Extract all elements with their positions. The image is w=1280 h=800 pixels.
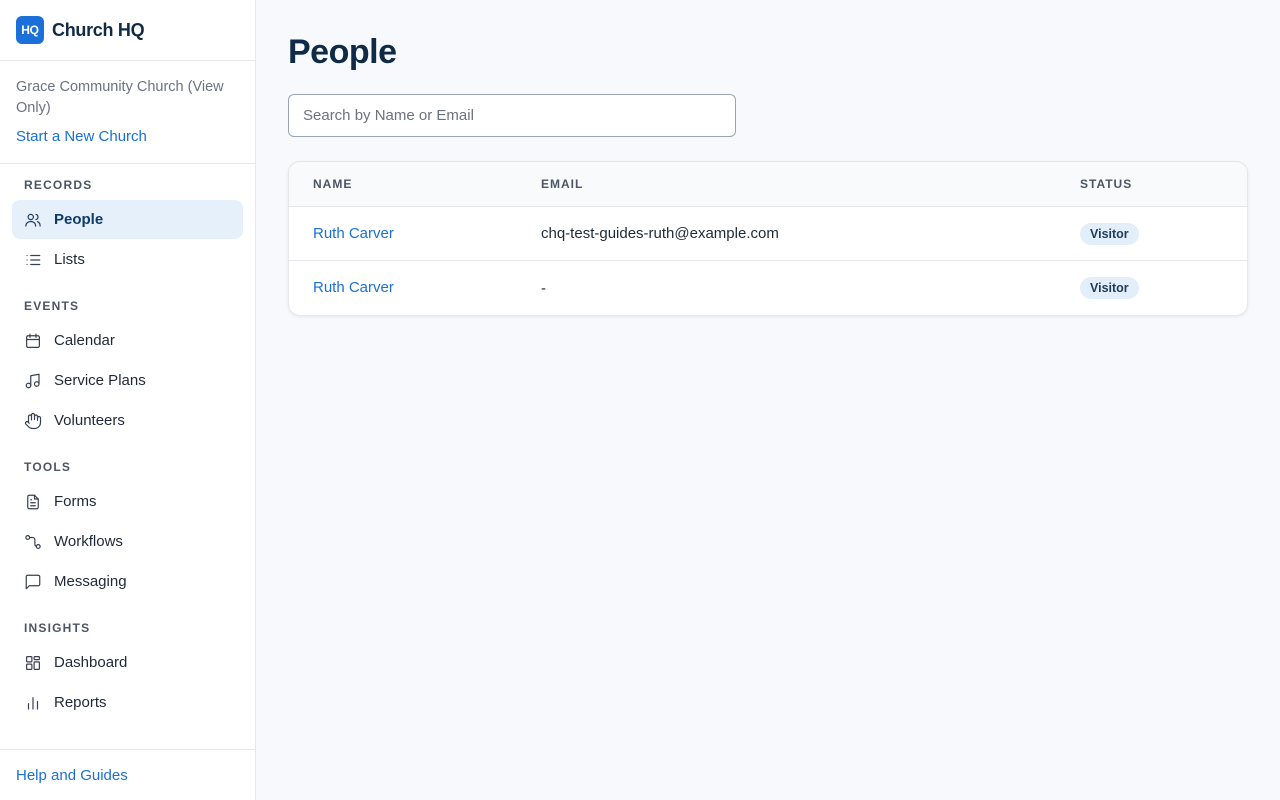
section-title: TOOLS: [24, 460, 72, 474]
sidebar-item-label: Reports: [54, 694, 107, 711]
sidebar-item-label: People: [54, 211, 104, 228]
person-name-link[interactable]: Ruth Carver: [313, 225, 394, 242]
sidebar-item-label: Workflows: [54, 533, 123, 550]
sidebar-item-volunteers[interactable]: Volunteers: [12, 401, 243, 440]
church-name: Grace Community Church (View Only): [16, 79, 224, 116]
sidebar-item-label: Messaging: [54, 573, 127, 590]
person-name-link[interactable]: Ruth Carver: [313, 279, 394, 296]
sidebar-item-label: Dashboard: [54, 654, 128, 671]
brand[interactable]: HQ Church HQ: [0, 0, 255, 61]
search-input[interactable]: [288, 94, 736, 137]
status-badge: Visitor: [1080, 222, 1139, 245]
sidebar-item-calendar[interactable]: Calendar: [12, 321, 243, 360]
sidebar-item-label: Service Plans: [54, 372, 146, 389]
music-note-icon: [24, 372, 42, 390]
sidebar-nav: RECORDS People Lists EVENTS Calendar Ser…: [0, 164, 255, 749]
sidebar-item-label: Lists: [54, 251, 85, 268]
sidebar-item-workflows[interactable]: Workflows: [12, 522, 243, 561]
table-header: NAME EMAIL STATUS: [289, 162, 1247, 207]
table-row[interactable]: Ruth Carver chq-test-guides-ruth@example…: [289, 207, 1247, 261]
workflow-icon: [24, 533, 42, 551]
sidebar-item-label: Volunteers: [54, 412, 125, 429]
person-email: chq-test-guides-ruth@example.com: [541, 225, 779, 242]
section-title: INSIGHTS: [24, 621, 91, 635]
nav-section-insights: INSIGHTS Dashboard Reports: [12, 621, 243, 722]
calendar-icon: [24, 332, 42, 350]
table-row[interactable]: Ruth Carver - Visitor: [289, 261, 1247, 315]
document-icon: [24, 493, 42, 511]
status-badge: Visitor: [1080, 277, 1139, 299]
column-header-name[interactable]: NAME: [289, 177, 541, 191]
column-header-email[interactable]: EMAIL: [541, 177, 1080, 191]
people-table: NAME EMAIL STATUS Ruth Carver chq-test-g…: [288, 161, 1248, 316]
church-block: Grace Community Church (View Only) Start…: [0, 61, 255, 164]
person-email: -: [541, 279, 546, 297]
app: HQ Church HQ Grace Community Church (Vie…: [0, 0, 1280, 800]
logo: HQ: [16, 16, 44, 44]
brand-name: Church HQ: [52, 19, 145, 40]
message-icon: [24, 573, 42, 591]
hand-icon: [24, 412, 42, 430]
nav-section-tools: TOOLS Forms Workflows Messaging: [12, 460, 243, 601]
sidebar: HQ Church HQ Grace Community Church (Vie…: [0, 0, 256, 800]
sidebar-item-label: Calendar: [54, 332, 115, 349]
sidebar-item-dashboard[interactable]: Dashboard: [12, 643, 243, 682]
bar-chart-icon: [24, 694, 42, 712]
sidebar-item-messaging[interactable]: Messaging: [12, 562, 243, 601]
sidebar-item-people[interactable]: People: [12, 200, 243, 239]
list-icon: [24, 251, 42, 269]
section-title: EVENTS: [24, 299, 80, 313]
sidebar-item-lists[interactable]: Lists: [12, 240, 243, 279]
help-and-guides-link[interactable]: Help and Guides: [16, 767, 128, 784]
nav-section-events: EVENTS Calendar Service Plans Volunteers: [12, 299, 243, 440]
sidebar-item-reports[interactable]: Reports: [12, 683, 243, 722]
dashboard-icon: [24, 654, 42, 672]
main-content: People NAME EMAIL STATUS Ruth Carver chq…: [256, 0, 1280, 800]
sidebar-item-service-plans[interactable]: Service Plans: [12, 361, 243, 400]
sidebar-footer: Help and Guides: [0, 749, 255, 800]
start-new-church-link[interactable]: Start a New Church: [16, 128, 239, 145]
column-header-status[interactable]: STATUS: [1080, 177, 1247, 191]
sidebar-item-label: Forms: [54, 493, 97, 510]
page-title: People: [288, 33, 397, 71]
sidebar-item-forms[interactable]: Forms: [12, 482, 243, 521]
nav-section-records: RECORDS People Lists: [12, 178, 243, 279]
users-icon: [24, 211, 42, 229]
section-title: RECORDS: [24, 178, 93, 192]
